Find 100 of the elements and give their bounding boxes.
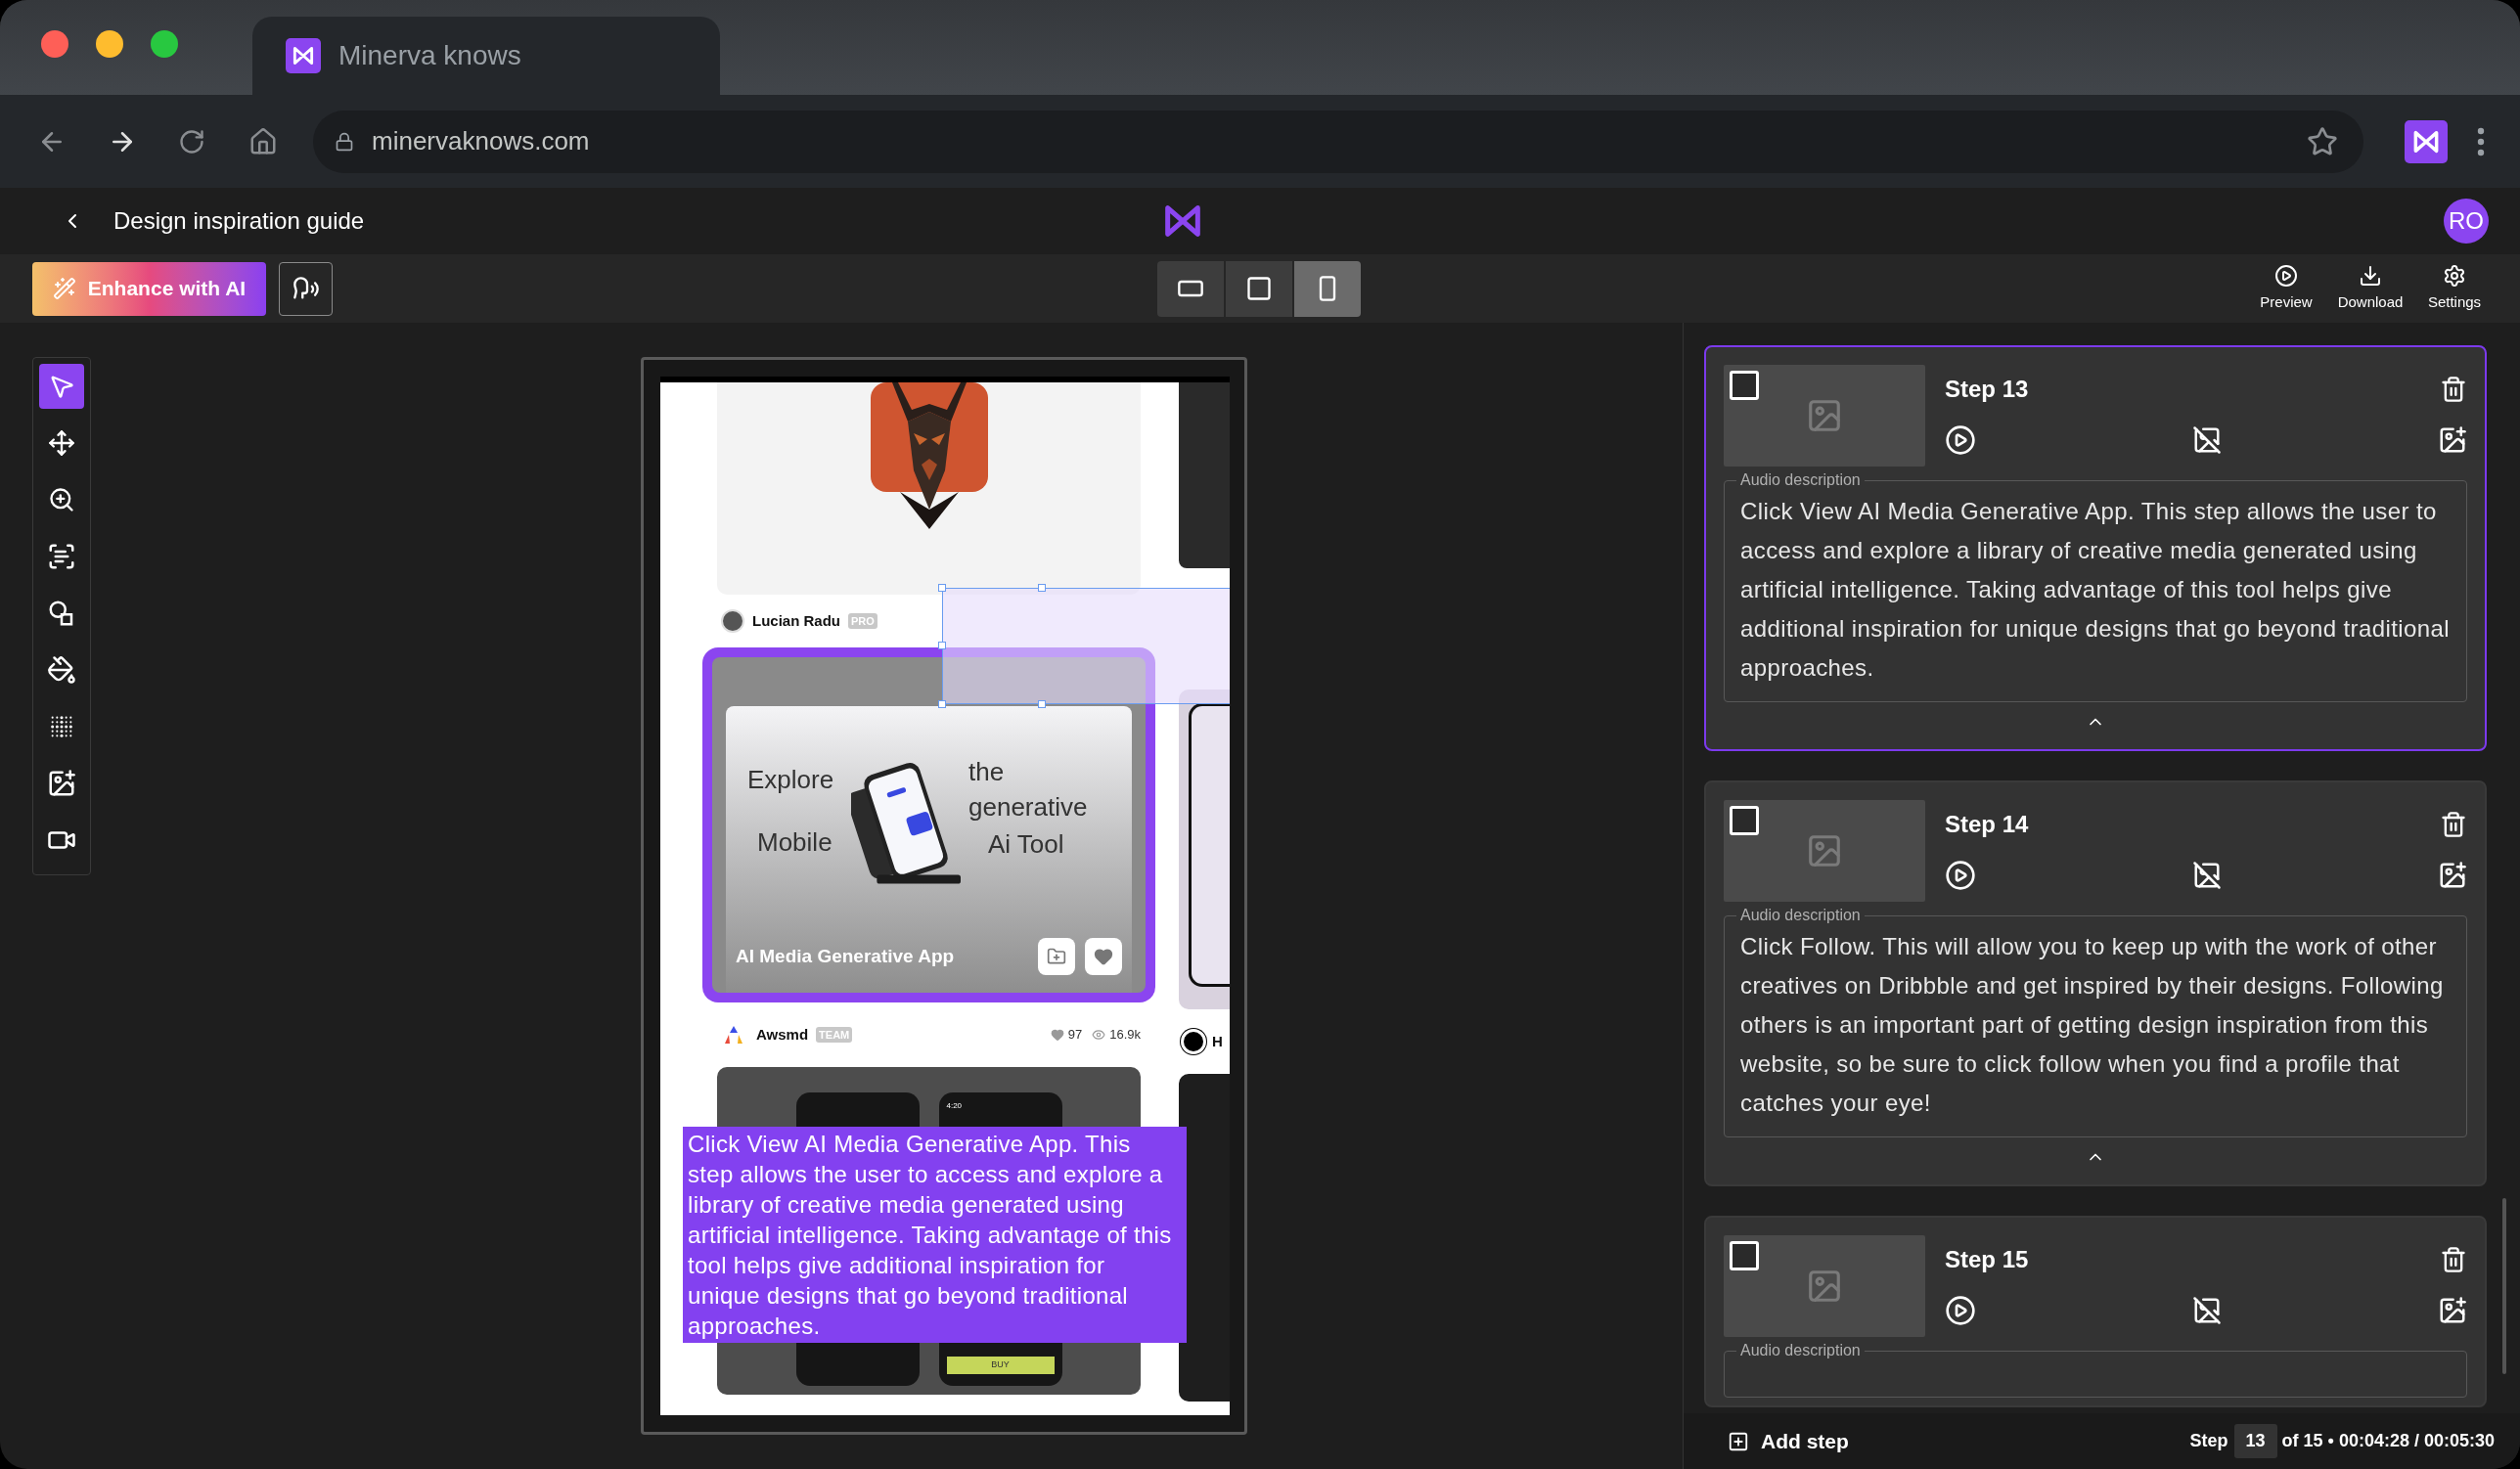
avatar xyxy=(721,609,744,633)
folder-plus-icon xyxy=(1047,947,1066,966)
browser-tab[interactable]: Minerva knows xyxy=(252,17,720,95)
image-placeholder-icon xyxy=(1806,397,1843,434)
user-avatar[interactable]: RO xyxy=(2444,199,2489,244)
image-off-icon xyxy=(2192,861,2222,890)
headline-word: Mobile xyxy=(757,826,832,859)
add-image-icon xyxy=(2438,1296,2467,1325)
trash-icon xyxy=(2440,811,2467,838)
resize-handle[interactable] xyxy=(1038,700,1046,708)
add-image-button[interactable] xyxy=(2438,1296,2467,1325)
author-name[interactable]: H xyxy=(1212,1030,1223,1053)
author-name[interactable]: Awsmd xyxy=(756,1023,809,1046)
like-count: 97 xyxy=(1067,1026,1083,1045)
settings-icon xyxy=(2443,263,2466,288)
lock-icon xyxy=(335,131,354,152)
view-mode-button[interactable] xyxy=(1294,260,1361,317)
resize-handle[interactable] xyxy=(938,700,946,708)
extension-button[interactable] xyxy=(2405,119,2448,163)
play-button[interactable] xyxy=(1945,860,1976,891)
toolbar-action-button[interactable]: Settings xyxy=(2420,263,2489,314)
team-logo-icon xyxy=(723,1025,744,1045)
preview-icon xyxy=(2274,263,2298,288)
field-label: Audio description xyxy=(1739,906,1862,925)
remove-image-button[interactable] xyxy=(2192,425,2222,455)
reload-icon xyxy=(178,127,205,156)
plus-square-icon xyxy=(1728,1430,1749,1452)
enhance-button[interactable]: Enhance with AI xyxy=(32,261,266,316)
resize-handle[interactable] xyxy=(938,584,946,592)
heart-icon xyxy=(1050,1028,1064,1042)
step-number-field[interactable]: 13 xyxy=(2233,1424,2277,1458)
phone-time: 4:20 xyxy=(946,1100,964,1112)
play-icon xyxy=(1945,1295,1976,1326)
toolbar-action-button[interactable]: Download xyxy=(2336,263,2405,314)
remove-image-button[interactable] xyxy=(2192,861,2222,890)
delete-button[interactable] xyxy=(2440,1246,2467,1273)
play-icon xyxy=(1945,860,1976,891)
eye-icon xyxy=(1092,1028,1106,1042)
description-text: Click View AI Media Generative App. This step allows the user to access and explore a library of creative media generated using artificial intelligence. Taking advantage of this tool helps give additional inspiration for unique designs that go beyond traditional approaches. xyxy=(1740,497,2451,683)
add-image-icon xyxy=(47,769,76,798)
add-image-icon xyxy=(2438,425,2467,455)
like-button[interactable] xyxy=(1085,938,1122,975)
step-caption-tooltip: Click View AI Media Generative App. This step allows the user to access and explore a library of creative media generated using artificial intelligence. Taking advantage of this tool helps give additional inspiration for unique designs that go beyond traditional approaches. xyxy=(683,1127,1187,1343)
view-count: 16.9k xyxy=(1109,1026,1141,1045)
step-card[interactable] xyxy=(1704,780,2487,1186)
shot-card[interactable] xyxy=(1179,690,1230,1009)
field-label: Audio description xyxy=(1739,470,1862,490)
zoom-in-icon xyxy=(48,486,75,513)
headline-word: the xyxy=(968,756,1005,788)
view-mode-button[interactable] xyxy=(1226,260,1292,317)
kebab-menu-icon xyxy=(2477,126,2485,156)
step-card[interactable]: Step 15 Audio description xyxy=(1704,1216,2487,1407)
headline-word: Explore xyxy=(747,764,834,796)
image-off-icon xyxy=(2192,1296,2222,1325)
move-icon xyxy=(48,429,75,457)
square-frame-icon xyxy=(1245,275,1273,302)
tab-title: Minerva knows xyxy=(338,39,521,72)
delete-button[interactable] xyxy=(2440,376,2467,403)
home-icon xyxy=(248,126,278,156)
add-image-icon xyxy=(2438,861,2467,890)
scrollbar-thumb[interactable] xyxy=(2502,1198,2506,1374)
trash-icon xyxy=(2440,1246,2467,1273)
save-button[interactable] xyxy=(1038,938,1075,975)
browser-menu-button[interactable] xyxy=(2477,126,2485,156)
trash-icon xyxy=(2440,376,2467,403)
image-placeholder-icon xyxy=(1806,1268,1843,1305)
image-off-icon xyxy=(2192,425,2222,455)
add-step-button[interactable]: Add step xyxy=(1728,1425,1849,1457)
shot-card[interactable] xyxy=(717,382,1141,595)
headline-word: Ai Tool xyxy=(988,828,1064,861)
shot-card[interactable]: Explore the generative Mobile Ai Tool AI Media Generative App xyxy=(702,647,1155,1002)
delete-button[interactable] xyxy=(2440,811,2467,838)
step-checkbox[interactable] xyxy=(1730,1241,1759,1270)
voice-button[interactable] xyxy=(279,261,333,316)
text-frame-icon xyxy=(47,542,76,571)
address-bar[interactable]: minervaknows.com xyxy=(313,110,2363,173)
headline-word: generative xyxy=(968,791,1088,824)
heart-icon xyxy=(1094,947,1113,966)
paint-bucket-icon xyxy=(47,655,76,685)
author-name[interactable]: Lucian Radu xyxy=(752,609,840,633)
add-image-button[interactable] xyxy=(2438,861,2467,890)
view-mode-button[interactable] xyxy=(1157,260,1224,317)
shot-title: AI Media Generative App xyxy=(736,944,955,968)
step-card[interactable] xyxy=(1704,345,2487,751)
dot-grid-icon xyxy=(48,713,75,740)
field-label: Audio description xyxy=(1739,1341,1862,1360)
play-button[interactable] xyxy=(1945,1295,1976,1326)
step-title: Step 14 xyxy=(1945,810,2029,839)
step-checkbox[interactable] xyxy=(1730,806,1759,835)
remove-image-button[interactable] xyxy=(2192,1296,2222,1325)
guide-title: Design inspiration guide xyxy=(113,206,366,236)
toolbar-action-button[interactable]: Preview xyxy=(2252,263,2320,314)
play-button[interactable] xyxy=(1945,424,1976,456)
resize-handle[interactable] xyxy=(938,642,946,649)
url-text: minervaknows.com xyxy=(372,125,590,157)
step-checkbox[interactable] xyxy=(1730,371,1759,400)
download-icon xyxy=(2359,263,2382,288)
resize-handle[interactable] xyxy=(1038,584,1046,592)
add-image-button[interactable] xyxy=(2438,425,2467,455)
image-placeholder-icon xyxy=(1806,832,1843,869)
